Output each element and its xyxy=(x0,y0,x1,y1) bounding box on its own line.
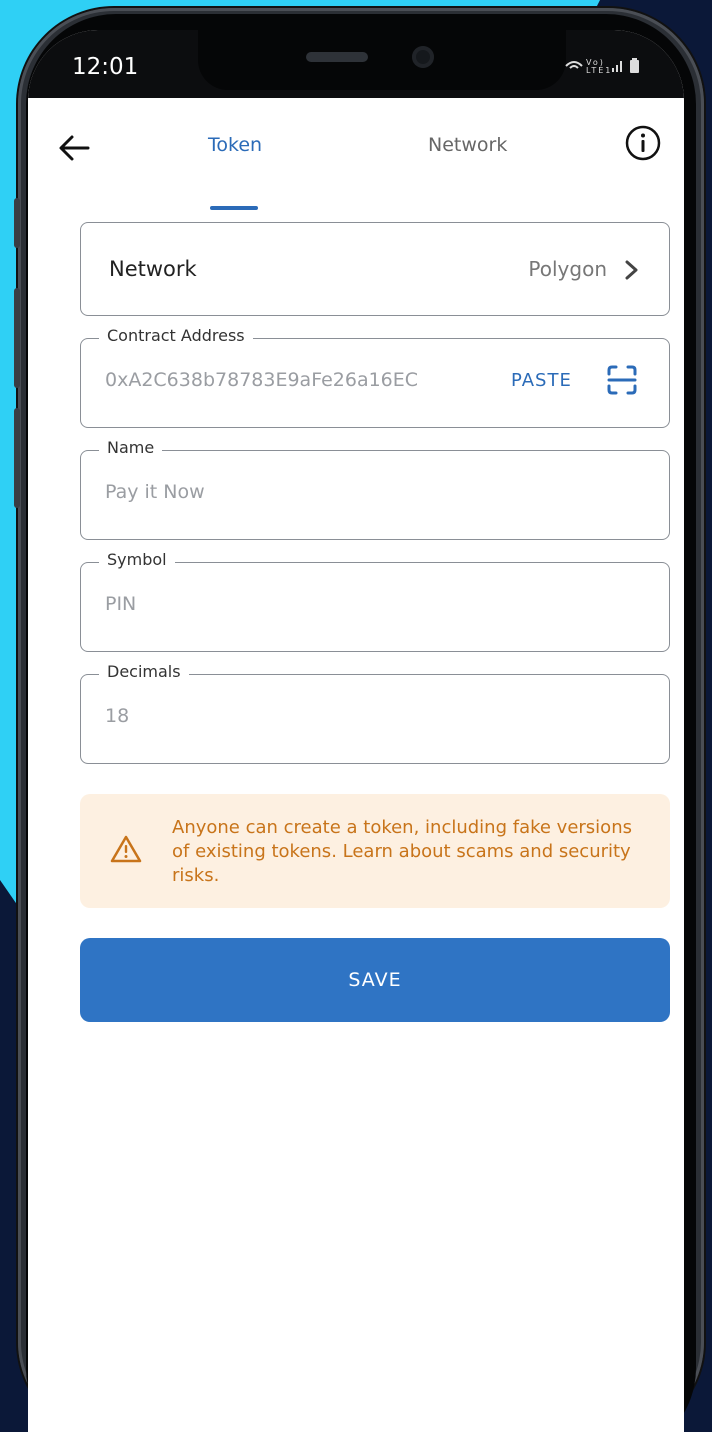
contract-address-legend: Contract Address xyxy=(99,326,253,345)
tab-token[interactable]: Token xyxy=(208,134,262,156)
app-header: Token Network xyxy=(28,98,684,218)
decimals-field[interactable]: Decimals 18 xyxy=(80,662,670,764)
chevron-right-icon xyxy=(625,260,638,280)
notch xyxy=(198,30,566,90)
camera xyxy=(412,46,434,68)
decimals-legend: Decimals xyxy=(99,662,189,681)
symbol-legend: Symbol xyxy=(99,550,175,569)
status-icons: Vo) LTE1 xyxy=(564,56,644,78)
status-time: 12:01 xyxy=(72,54,139,80)
scam-warning-banner: Anyone can create a token, including fak… xyxy=(80,794,670,908)
active-tab-indicator xyxy=(210,206,258,210)
svg-text:LTE1: LTE1 xyxy=(586,66,612,74)
back-arrow-icon[interactable] xyxy=(54,128,94,168)
signal-battery-icon: Vo) LTE1 xyxy=(565,58,639,75)
network-selector-label: Network xyxy=(109,257,197,281)
speaker xyxy=(306,52,368,62)
volume-up-button xyxy=(14,288,20,388)
paste-button[interactable]: PASTE xyxy=(511,370,572,391)
network-selector-value: Polygon xyxy=(528,257,607,281)
name-input[interactable]: Pay it Now xyxy=(105,481,205,503)
status-bar: 12:01 Vo) LTE1 xyxy=(28,30,684,98)
app-screen: 12:01 Vo) LTE1 Token Network Network Pol… xyxy=(28,30,684,1432)
contract-address-field[interactable]: Contract Address 0xA2C638b78783E9aFe26a1… xyxy=(80,326,670,428)
volume-down-button xyxy=(14,408,20,508)
warning-text[interactable]: Anyone can create a token, including fak… xyxy=(172,816,642,888)
warning-triangle-icon xyxy=(110,835,142,863)
contract-address-input[interactable]: 0xA2C638b78783E9aFe26a16EC xyxy=(105,369,418,391)
symbol-input[interactable]: PIN xyxy=(105,593,136,615)
decimals-input[interactable]: 18 xyxy=(105,705,129,727)
tab-network[interactable]: Network xyxy=(428,134,507,156)
scan-qr-icon[interactable] xyxy=(605,363,639,397)
save-button[interactable]: SAVE xyxy=(80,938,670,1022)
name-legend: Name xyxy=(99,438,163,457)
symbol-field[interactable]: Symbol PIN xyxy=(80,550,670,652)
mute-switch xyxy=(14,198,20,248)
info-icon[interactable] xyxy=(624,124,662,162)
network-selector[interactable]: Network Polygon xyxy=(80,222,670,316)
name-field[interactable]: Name Pay it Now xyxy=(80,438,670,540)
